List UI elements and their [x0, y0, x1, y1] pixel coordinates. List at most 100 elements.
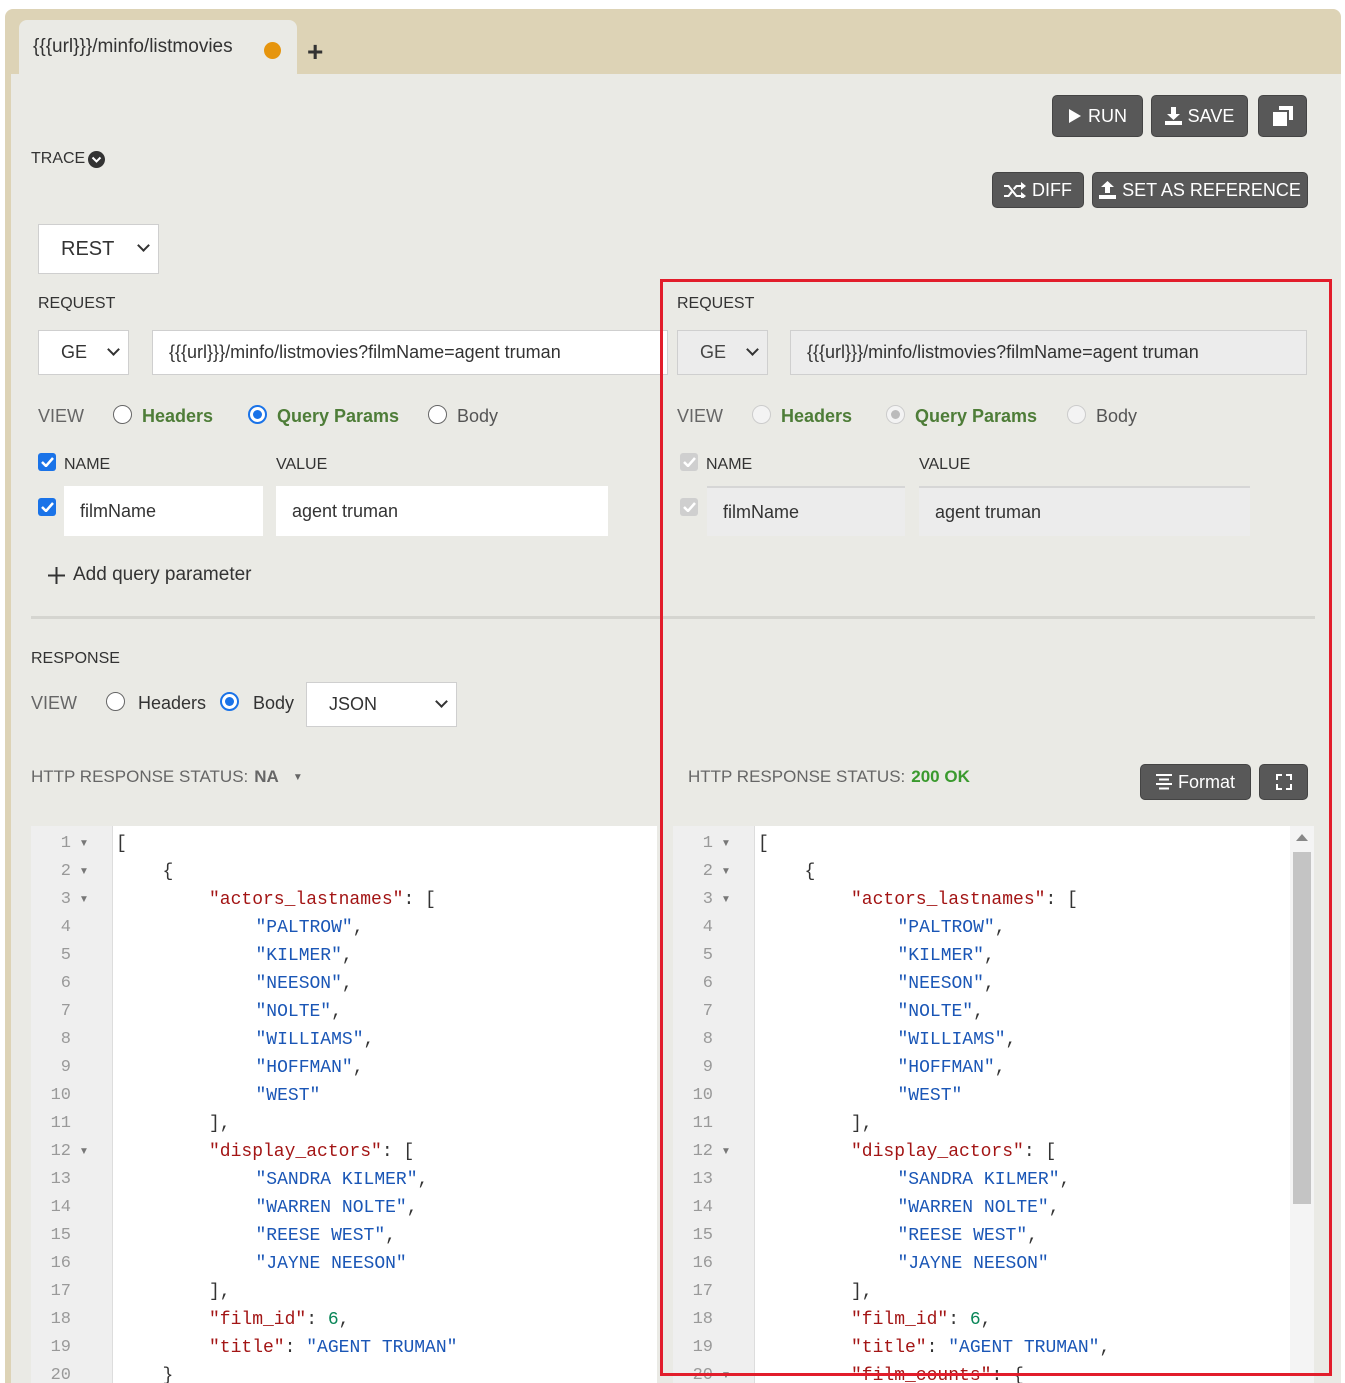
editor-scrollbar[interactable] [1290, 826, 1314, 1383]
option-query-params-left[interactable]: Query Params [277, 406, 399, 427]
plus-icon [48, 566, 65, 584]
line-number: 20 [50, 1366, 71, 1383]
response-editor-left[interactable]: 1 ▼[2 ▼{3 ▼ "actors_lastnames": [4 "PALTROW",… [31, 826, 657, 1383]
chevron-down-icon [137, 239, 150, 252]
set-as-reference-button[interactable]: SET AS REFERENCE [1092, 172, 1308, 208]
response-status-left[interactable]: HTTP RESPONSE STATUS: NA ▼ [31, 767, 303, 787]
code-line: "JAYNE NEESON" [898, 1250, 1049, 1278]
save-button[interactable]: SAVE [1151, 95, 1248, 137]
trace-toggle[interactable]: TRACE [31, 150, 106, 168]
request-label-left: REQUEST [38, 295, 116, 312]
code-line: "WEST" [898, 1082, 963, 1110]
param-name-input-left[interactable]: filmName [64, 486, 263, 536]
scrollbar-thumb[interactable] [1293, 852, 1311, 1204]
code-token: , [341, 946, 353, 966]
code-line: ], [851, 1110, 873, 1138]
format-label: Format [1177, 771, 1235, 792]
code-line: "NOLTE", [256, 998, 342, 1026]
code-token: "PALTROW" [255, 918, 353, 938]
code-token: "HOFFMAN" [897, 1058, 995, 1078]
code-line: "display_actors": [ [209, 1138, 414, 1166]
check-icon [40, 457, 54, 467]
fold-toggle-icon[interactable]: ▼ [79, 1138, 89, 1166]
fold-toggle-icon[interactable]: ▼ [721, 1138, 731, 1166]
chevron-down-icon [435, 694, 448, 708]
diff-button[interactable]: DIFF [992, 172, 1084, 208]
response-editor-right[interactable]: 1 ▼[2 ▼{3 ▼ "actors_lastnames": [4 "PALTROW",… [673, 826, 1290, 1383]
name-header-left: NAME [64, 456, 111, 473]
line-number: 7 [702, 1002, 713, 1021]
radio-body-right [1067, 405, 1086, 424]
upload-icon [1099, 181, 1117, 199]
code-line: } [163, 1362, 174, 1383]
line-number: 20 [692, 1366, 713, 1383]
protocol-select[interactable]: REST [38, 224, 159, 274]
code-line: "actors_lastnames": [ [209, 886, 436, 914]
radio-response-headers[interactable] [106, 692, 125, 711]
plus-icon[interactable]: + [307, 38, 323, 66]
line-number: 1 [702, 834, 713, 853]
code-line: ], [209, 1110, 231, 1138]
option-body-left[interactable]: Body [457, 406, 498, 427]
code-line: "NOLTE", [898, 998, 984, 1026]
code-token: : [ [1045, 890, 1078, 910]
code-token: "WEST" [255, 1086, 321, 1106]
code-token: "WILLIAMS" [255, 1030, 364, 1050]
radio-query-params-left[interactable] [248, 405, 267, 424]
line-number: 6 [702, 974, 713, 993]
fold-toggle-icon[interactable]: ▼ [79, 830, 89, 858]
param-checkbox-left[interactable] [38, 498, 56, 516]
view-label-left: VIEW [38, 406, 85, 426]
unsaved-dot-icon [264, 42, 281, 59]
section-divider [31, 616, 1315, 619]
option-headers-left[interactable]: Headers [142, 406, 213, 427]
option-response-headers[interactable]: Headers [138, 693, 206, 714]
line-number: 7 [60, 1002, 71, 1021]
code-token: "WILLIAMS" [897, 1030, 1006, 1050]
run-button[interactable]: RUN [1052, 95, 1143, 137]
code-token: , [406, 1198, 418, 1218]
radio-body-left[interactable] [428, 405, 447, 424]
line-number: 13 [50, 1170, 71, 1189]
code-token: "REESE WEST" [255, 1226, 386, 1246]
method-value-right: GE [700, 342, 727, 362]
code-token: , [983, 946, 995, 966]
duplicate-button[interactable] [1258, 95, 1307, 137]
fold-toggle-icon[interactable]: ▼ [721, 830, 731, 858]
code-token: : [926, 1338, 949, 1358]
value-header-left: VALUE [276, 456, 328, 473]
request-tab[interactable]: {{{url}}}/minfo/listmovies [19, 20, 297, 74]
line-number: 9 [60, 1058, 71, 1077]
line-number: 5 [702, 946, 713, 965]
fold-toggle-icon[interactable]: ▼ [721, 1362, 731, 1383]
param-value-input-left[interactable]: agent truman [276, 486, 608, 536]
method-select-left[interactable]: GE [38, 330, 129, 375]
line-number: 11 [692, 1114, 713, 1133]
play-icon [1069, 109, 1081, 123]
select-all-checkbox-left[interactable] [38, 453, 56, 471]
add-query-parameter-button[interactable]: Add query parameter [48, 564, 252, 586]
fold-toggle-icon[interactable]: ▼ [79, 886, 89, 914]
option-response-body[interactable]: Body [253, 693, 294, 714]
radio-response-body[interactable] [220, 692, 239, 711]
fold-toggle-icon[interactable]: ▼ [721, 858, 731, 886]
code-token: "AGENT TRUMAN" [948, 1338, 1100, 1358]
radio-headers-left[interactable] [113, 405, 132, 424]
url-input-left[interactable]: {{{url}}}/minfo/listmovies?filmName=agen… [152, 330, 668, 375]
line-number: 18 [50, 1310, 71, 1329]
url-input-right: {{{url}}}/minfo/listmovies?filmName=agen… [790, 330, 1307, 375]
code-token: : [306, 1310, 328, 1330]
format-button[interactable]: Format [1140, 764, 1251, 800]
response-format-select[interactable]: JSON [306, 682, 457, 727]
fold-toggle-icon[interactable]: ▼ [721, 886, 731, 914]
code-token: , [1099, 1338, 1111, 1358]
check-icon [682, 502, 696, 512]
code-line: "NEESON", [898, 970, 995, 998]
code-line: "SANDRA KILMER", [898, 1166, 1071, 1194]
chevron-down-icon [746, 342, 759, 356]
fold-toggle-icon[interactable]: ▼ [79, 858, 89, 886]
code-token: , [331, 1002, 342, 1022]
scroll-up-arrow-icon[interactable] [1296, 834, 1308, 841]
response-view-label: VIEW [31, 693, 78, 713]
fullscreen-button[interactable] [1259, 764, 1308, 800]
